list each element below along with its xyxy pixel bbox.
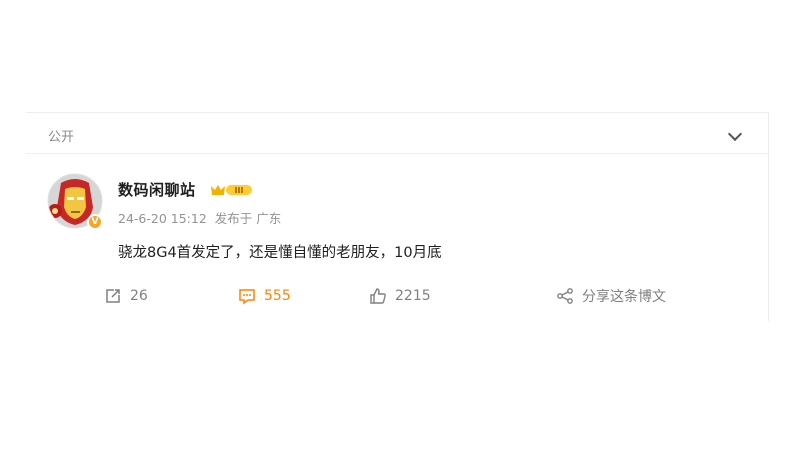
card-header: 公开 (26, 113, 768, 154)
badge-level-text: III (235, 186, 244, 195)
weibo-post-card: 公开 V 数码闲聊站 III 24-6-20 15:12 发布于 广东 骁龙8G… (26, 112, 769, 321)
repost-count: 26 (130, 288, 148, 304)
like-icon (370, 288, 386, 304)
post-location: 发布于 广东 (214, 211, 282, 226)
visibility-label: 公开 (48, 130, 75, 145)
comment-icon (239, 289, 255, 305)
comment-count: 555 (264, 288, 291, 304)
post-date[interactable]: 24-6-20 15:12 (118, 211, 207, 226)
post-meta: 24-6-20 15:12 发布于 广东 (118, 208, 285, 227)
like-button[interactable]: 2215 (369, 285, 431, 307)
member-crown-badge-icon[interactable]: III (210, 183, 254, 197)
repost-button[interactable]: 26 (104, 285, 148, 307)
chevron-down-icon[interactable] (727, 126, 743, 142)
share-label: 分享这条博文 (582, 289, 666, 305)
action-bar: 26 555 2215 分享这条博文 (26, 285, 768, 309)
avatar[interactable]: V (47, 173, 103, 230)
like-count: 2215 (395, 288, 431, 304)
share-button[interactable]: 分享这条博文 (556, 285, 666, 307)
comment-button[interactable]: 555 (238, 285, 291, 307)
author-name[interactable]: 数码闲聊站 (118, 179, 196, 200)
share-icon (557, 288, 573, 304)
post-content: 骁龙8G4首发定了，还是懂自懂的老朋友，10月底 (118, 245, 442, 261)
verified-badge-icon: V (87, 214, 103, 230)
repost-icon (106, 289, 120, 303)
